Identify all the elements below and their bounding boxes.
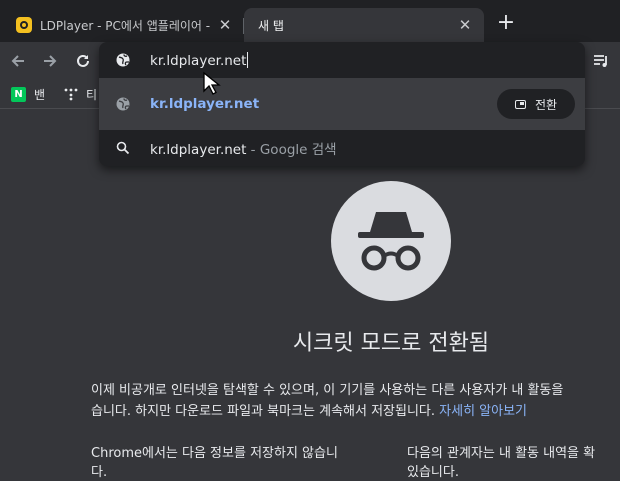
description-line-2: 습니다. 하지만 다운로드 파일과 북마크는 계속해서 저장됩니다. 자세히 알… xyxy=(91,404,528,419)
incognito-heading: 시크릿 모드로 전환됨 xyxy=(292,331,490,356)
media-control-button[interactable] xyxy=(591,51,611,71)
tab-close-icon[interactable]: ✕ xyxy=(216,16,234,34)
incognito-description: 이제 비공개로 인터넷을 탐색할 수 있으며, 이 기기를 사용하는 다른 사용… xyxy=(91,380,620,422)
arrow-right-icon xyxy=(44,55,57,67)
incognito-icon xyxy=(358,212,424,271)
globe-icon xyxy=(115,52,131,68)
tab-close-icon[interactable]: ✕ xyxy=(456,16,474,34)
new-tab-button[interactable]: + xyxy=(494,12,518,36)
address-input[interactable]: kr.ldplayer.net xyxy=(150,51,249,69)
globe-icon xyxy=(115,96,131,112)
description-line: 이제 비공개로 인터넷을 탐색할 수 있으며, 이 기기를 사용하는 다른 사용… xyxy=(91,383,564,398)
ldplayer-favicon-icon xyxy=(16,17,32,33)
bookmark-ti[interactable]: 티 xyxy=(64,85,97,103)
browser-window: LDPlayer - PC에서 앱플레이어 - ✕ 새 탭 ✕ + N 밴 티 … xyxy=(0,0,620,481)
search-suggestion: kr.ldplayer.net - Google 검색 xyxy=(150,142,337,158)
tab-title: 새 탭 xyxy=(258,18,284,33)
bookmark-label: 티 xyxy=(86,87,98,102)
reload-button[interactable] xyxy=(73,51,93,71)
dots-icon xyxy=(64,88,78,101)
mouse-cursor-icon xyxy=(203,71,221,95)
suggestion-url: kr.ldplayer.net xyxy=(150,96,260,112)
omnibox-dropdown: kr.ldplayer.net kr.ldplayer.net 전환 kr.ld… xyxy=(99,42,585,166)
search-icon xyxy=(115,140,131,156)
switch-label: 전환 xyxy=(534,97,558,112)
learn-more-link[interactable]: 자세히 알아보기 xyxy=(439,404,527,419)
arrow-left-icon xyxy=(11,55,24,67)
bookmark-naver[interactable]: N 밴 xyxy=(11,85,45,103)
tab-ldplayer[interactable]: LDPlayer - PC에서 앱플레이어 - ✕ xyxy=(6,8,244,42)
reload-icon xyxy=(77,54,89,67)
tab-strip: LDPlayer - PC에서 앱플레이어 - ✕ 새 탭 ✕ + xyxy=(0,0,620,42)
bookmark-label: 밴 xyxy=(34,87,46,102)
playlist-icon xyxy=(594,55,607,67)
tab-new-tab[interactable]: 새 탭 ✕ xyxy=(244,8,484,42)
suggestion-url-row[interactable]: kr.ldplayer.net 전환 xyxy=(99,78,585,130)
address-bar[interactable]: kr.ldplayer.net xyxy=(99,42,585,78)
naver-icon: N xyxy=(11,86,26,102)
switch-to-tab-button[interactable]: 전환 xyxy=(497,89,575,119)
incognito-logo xyxy=(331,181,451,301)
not-saved-column: Chrome에서는 다음 정보를 저장하지 않습니 다. xyxy=(91,446,338,480)
tab-switch-icon xyxy=(514,99,526,109)
visible-to-column: 다음의 관계자는 내 활동 내역을 확 있습니다. xyxy=(407,446,596,480)
back-button[interactable] xyxy=(8,51,28,71)
forward-button[interactable] xyxy=(40,51,60,71)
suggestion-search-row[interactable]: kr.ldplayer.net - Google 검색 xyxy=(99,130,585,166)
tab-title: LDPlayer - PC에서 앱플레이어 - xyxy=(40,18,211,33)
